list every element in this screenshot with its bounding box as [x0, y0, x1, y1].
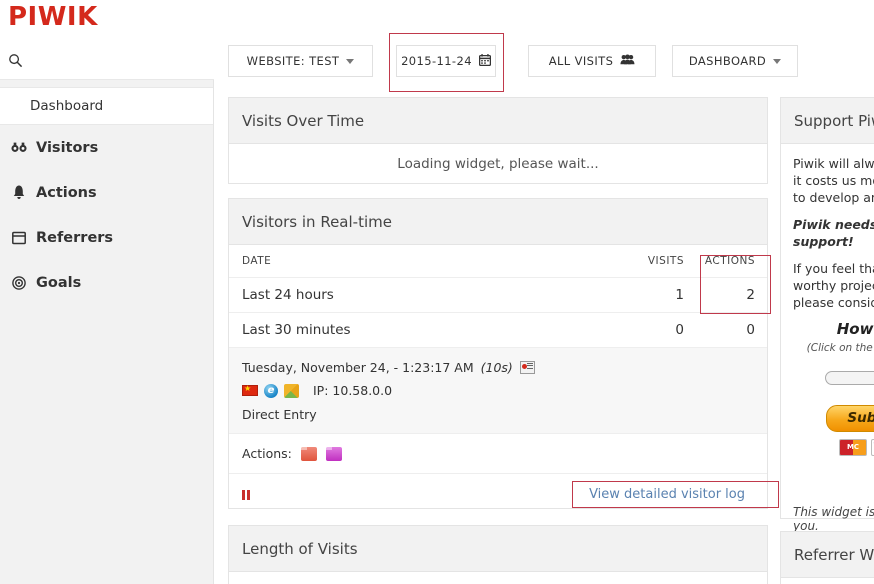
sidebar-item-label: Goals — [36, 274, 82, 291]
page-red-icon[interactable] — [300, 446, 317, 461]
cursor-icon — [8, 185, 30, 200]
windows-icon — [284, 383, 299, 398]
target-icon — [8, 275, 30, 290]
widget-visitors-realtime: Visitors in Real-time DATE VISITS ACTION… — [228, 198, 768, 509]
cell-actions: 0 — [696, 312, 767, 348]
view-visitor-log-link[interactable]: View detailed visitor log — [580, 483, 754, 506]
widget-title: Length of Visits — [229, 526, 767, 572]
cell-date: Last 24 hours — [229, 277, 618, 313]
realtime-table: DATE VISITS ACTIONS Last 24 hours 1 2 La… — [229, 245, 767, 348]
internet-explorer-icon: e — [264, 383, 278, 398]
flag-china-icon — [242, 383, 258, 396]
window-icon — [8, 231, 30, 245]
cell-actions: 2 — [696, 277, 767, 313]
visitor-detail: Tuesday, November 24, - 1:23:17 AM (10s)… — [229, 348, 767, 434]
pause-icon[interactable] — [242, 489, 250, 500]
date-selector-button[interactable]: 2015-11-24 — [396, 45, 496, 77]
website-selector-label: WEBSITE: TEST — [246, 54, 340, 68]
slider-hint: (Click on the slider to choose) — [806, 342, 874, 354]
sidebar-item-visitors[interactable]: Visitors — [0, 125, 213, 170]
visitor-profile-icon[interactable] — [519, 361, 535, 374]
actions-label: Actions: — [242, 446, 292, 461]
visit-referrer: Direct Entry — [242, 407, 317, 422]
donation-slider[interactable] — [825, 371, 874, 385]
widget-title: Visits Over Time — [229, 98, 767, 144]
cell-date: Last 30 minutes — [229, 312, 618, 348]
page-magenta-icon[interactable] — [325, 446, 342, 461]
calendar-icon — [478, 53, 491, 69]
widget-title: Visitors in Real-time — [229, 199, 767, 245]
table-row[interactable]: Last 24 hours 1 2 — [229, 277, 767, 313]
widget-referrer-websites: Referrer Websites — [780, 531, 874, 584]
search-icon — [8, 53, 23, 68]
visit-timestamp: Tuesday, November 24, - 1:23:17 AM — [242, 360, 474, 375]
widget-footnote: This widget is only visible to you. — [793, 505, 874, 533]
sidebar-subitem-dashboard[interactable]: Dashboard — [0, 87, 213, 125]
segment-selector-label: ALL VISITS — [548, 54, 614, 68]
mastercard-icon: MC — [839, 439, 867, 456]
segment-selector-button[interactable]: ALL VISITS — [528, 45, 656, 77]
piwik-logo[interactable]: PIWIK — [8, 2, 98, 32]
table-header-row: DATE VISITS ACTIONS — [229, 245, 767, 278]
realtime-footer: View detailed visitor log — [229, 474, 767, 515]
loading-message: Loading widget, please wait... — [397, 156, 599, 172]
cell-visits: 0 — [618, 312, 696, 348]
binoculars-icon — [8, 141, 30, 154]
support-paragraph-1: Piwik will always be free, but it costs … — [793, 156, 874, 205]
date-selector-label: 2015-11-24 — [401, 54, 472, 68]
sidebar-item-goals[interactable]: Goals — [0, 260, 213, 305]
sidebar-item-referrers[interactable]: Referrers — [0, 215, 213, 260]
widget-title: Referrer Websites — [781, 532, 874, 578]
dashboard-selector-label: DASHBOARD — [688, 54, 767, 68]
column-header-actions: ACTIONS — [696, 245, 767, 278]
dashboard-selector-button[interactable]: DASHBOARD — [672, 45, 798, 77]
website-selector-button[interactable]: WEBSITE: TEST — [228, 45, 373, 77]
widget-support-piwik: Support Piwik Piwik will always be free,… — [780, 97, 874, 533]
chevron-down-icon — [346, 58, 355, 64]
visit-actions-row: Actions: — [229, 434, 767, 474]
sidebar-item-actions[interactable]: Actions — [0, 170, 213, 215]
sidebar-item-label: Actions — [36, 184, 97, 201]
left-sidebar: Dashboard Dashboard Visitors Actions — [0, 42, 214, 584]
users-icon — [620, 54, 635, 68]
search-bar[interactable] — [0, 42, 214, 80]
sidebar-item-label: Visitors — [36, 139, 99, 156]
chevron-down-icon — [773, 58, 782, 64]
widget-visits-over-time: Visits Over Time Loading widget, please … — [228, 97, 768, 184]
table-row[interactable]: Last 30 minutes 0 0 — [229, 312, 767, 348]
subscribe-button[interactable]: Subscribe — [826, 405, 874, 432]
support-paragraph-2: If you feel that Piwik is a worthy proje… — [793, 261, 874, 310]
cell-visits: 1 — [618, 277, 696, 313]
sidebar-item-label: Referrers — [36, 229, 114, 246]
widget-title: Support Piwik — [781, 98, 874, 144]
column-header-date: DATE — [229, 245, 618, 278]
visit-duration: (10s) — [480, 360, 513, 375]
visitor-ip: IP: 10.58.0.0 — [313, 383, 393, 398]
widget-length-of-visits: Length of Visits — [228, 525, 768, 584]
column-header-visits: VISITS — [618, 245, 696, 278]
sidebar-subitem-label: Dashboard — [30, 98, 104, 114]
how-much-heading: How much? — [836, 320, 874, 338]
search-input[interactable] — [27, 42, 214, 79]
support-bold-line: Piwik needs your support! — [793, 217, 874, 249]
